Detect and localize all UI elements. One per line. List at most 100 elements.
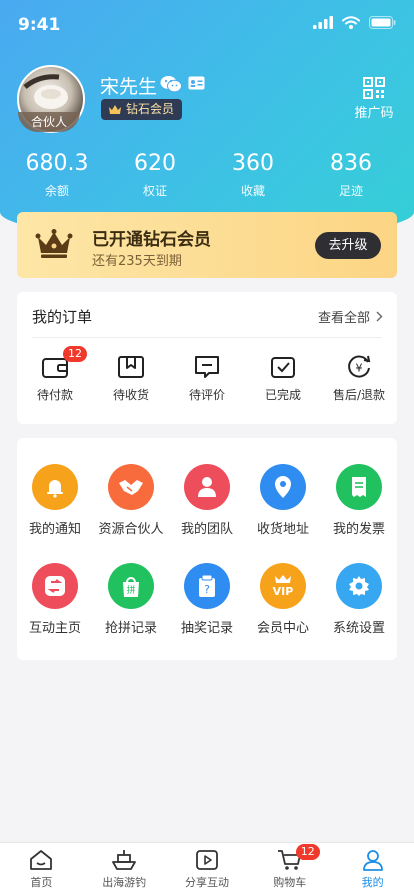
bottom-tab-bar: 首页 出海游钓 分享互动 12 购物车 我的	[0, 842, 414, 896]
profile-section: 合伙人 宋先生 钻石会员 推广码	[0, 62, 414, 142]
promo-code-button[interactable]: 推广码	[344, 77, 404, 121]
team-icon	[184, 464, 230, 510]
refund-icon: ¥	[348, 355, 371, 378]
order-after-sales[interactable]: ¥ 售后/退款	[321, 354, 397, 403]
tab-label: 购物车	[273, 876, 307, 889]
service-label: 互动主页	[28, 621, 81, 636]
stat-footprint[interactable]: 836 足迹	[311, 151, 391, 199]
pending-payment-badge: 12	[63, 346, 87, 362]
package-icon	[118, 356, 144, 378]
stat-value: 836	[330, 151, 372, 176]
tab-label: 我的	[361, 876, 384, 889]
service-label: 抽奖记录	[180, 621, 233, 636]
service-my-team[interactable]: 我的团队	[169, 464, 245, 537]
service-label: 系统设置	[332, 621, 385, 636]
order-label: 待付款	[36, 388, 73, 402]
avatar-badge: 合伙人	[18, 112, 80, 132]
view-all-label: 查看全部	[317, 311, 370, 326]
order-pending-receipt[interactable]: 待收货	[93, 354, 169, 403]
boat-icon	[112, 850, 137, 870]
order-pending-payment[interactable]: 12 待付款	[17, 346, 93, 403]
comment-icon	[195, 356, 219, 378]
view-all-orders-link[interactable]: 查看全部	[318, 307, 383, 326]
qr-code-icon	[363, 77, 385, 99]
services-row: 我的通知 资源合伙人 我的团队 收货地址 我的发票	[17, 464, 397, 537]
stat-label: 权证	[142, 184, 167, 198]
cart-badge: 12	[295, 844, 320, 860]
stats-row: 680.3 余额 620 权证 360 收藏 836 足迹	[0, 151, 414, 199]
stat-label: 足迹	[338, 184, 363, 198]
tab-label: 出海游钓	[102, 876, 147, 889]
order-label: 已完成	[264, 388, 301, 402]
svg-text:?: ?	[204, 583, 210, 596]
status-bar: 9:41	[0, 0, 414, 50]
service-label: 我的团队	[180, 522, 233, 537]
location-icon	[260, 464, 306, 510]
wechat-icon[interactable]	[160, 75, 182, 93]
completed-icon	[271, 357, 295, 378]
service-notifications[interactable]: 我的通知	[17, 464, 93, 537]
order-label: 待收货	[112, 388, 149, 402]
tab-cart[interactable]: 12 购物车	[250, 844, 330, 896]
service-invoice[interactable]: 我的发票	[321, 464, 397, 537]
status-time: 9:41	[18, 15, 61, 35]
service-label: 资源合伙人	[98, 522, 164, 537]
stat-label: 收藏	[240, 184, 265, 198]
svg-text:¥: ¥	[356, 362, 363, 375]
bell-icon	[32, 464, 78, 510]
stat-balance[interactable]: 680.3 余额	[17, 151, 97, 199]
order-pending-review[interactable]: 待评价	[169, 354, 245, 403]
wifi-icon	[342, 16, 360, 29]
tab-mine[interactable]: 我的	[333, 849, 413, 896]
vip-membership-card[interactable]: 已开通钻石会员 还有235天到期 去升级	[17, 212, 397, 278]
chevron-right-icon	[376, 311, 383, 322]
service-label: 会员中心	[256, 621, 309, 636]
service-group-buy-records[interactable]: 拼 抢拼记录	[93, 563, 169, 636]
vip-title: 已开通钻石会员	[92, 230, 211, 250]
stat-value: 680.3	[25, 151, 89, 176]
settings-icon	[336, 563, 382, 609]
video-icon	[196, 850, 218, 870]
order-label: 待评价	[188, 388, 225, 402]
orders-title: 我的订单	[32, 308, 93, 326]
stat-favorites[interactable]: 360 收藏	[213, 151, 293, 199]
crown-icon	[35, 229, 73, 258]
svg-text:VIP: VIP	[273, 585, 294, 598]
orders-divider	[32, 337, 382, 338]
service-system-settings[interactable]: 系统设置	[321, 563, 397, 636]
service-label: 我的通知	[28, 522, 81, 537]
promo-code-label: 推广码	[354, 106, 394, 121]
stat-certificate[interactable]: 620 权证	[115, 151, 195, 199]
crown-small-icon	[109, 105, 121, 114]
stat-label: 余额	[44, 184, 69, 198]
service-label: 我的发票	[332, 522, 385, 537]
tab-share-interaction[interactable]: 分享互动	[167, 849, 247, 896]
lottery-icon: ?	[184, 563, 230, 609]
services-card: 我的通知 资源合伙人 我的团队 收货地址 我的发票 互动主页 拼 抢拼记录 ? …	[17, 438, 397, 660]
svg-text:拼: 拼	[126, 584, 135, 596]
tab-label: 首页	[30, 876, 53, 889]
stat-value: 360	[232, 151, 274, 176]
service-interaction-home[interactable]: 互动主页	[17, 563, 93, 636]
tab-sea-fishing[interactable]: 出海游钓	[84, 849, 164, 896]
order-completed[interactable]: 已完成	[245, 354, 321, 403]
handshake-icon	[108, 464, 154, 510]
signal-icon	[313, 16, 333, 29]
service-address[interactable]: 收货地址	[245, 464, 321, 537]
service-label: 收货地址	[256, 522, 309, 537]
services-row: 互动主页 拼 抢拼记录 ? 抽奖记录 VIP 会员中心 系统设置	[17, 563, 397, 636]
tab-home[interactable]: 首页	[1, 849, 81, 896]
order-label: 售后/退款	[332, 388, 386, 402]
group-buy-icon: 拼	[108, 563, 154, 609]
stat-value: 620	[134, 151, 176, 176]
id-card-icon[interactable]	[188, 76, 205, 90]
vip-expiry: 还有235天到期	[92, 254, 182, 269]
service-resource-partner[interactable]: 资源合伙人	[93, 464, 169, 537]
home-icon	[30, 850, 53, 870]
service-member-center[interactable]: VIP 会员中心	[245, 563, 321, 636]
service-lottery-records[interactable]: ? 抽奖记录	[169, 563, 245, 636]
service-label: 抢拼记录	[104, 621, 157, 636]
tab-label: 分享互动	[184, 876, 229, 889]
upgrade-button[interactable]: 去升级	[315, 232, 381, 259]
user-icon	[362, 850, 383, 871]
